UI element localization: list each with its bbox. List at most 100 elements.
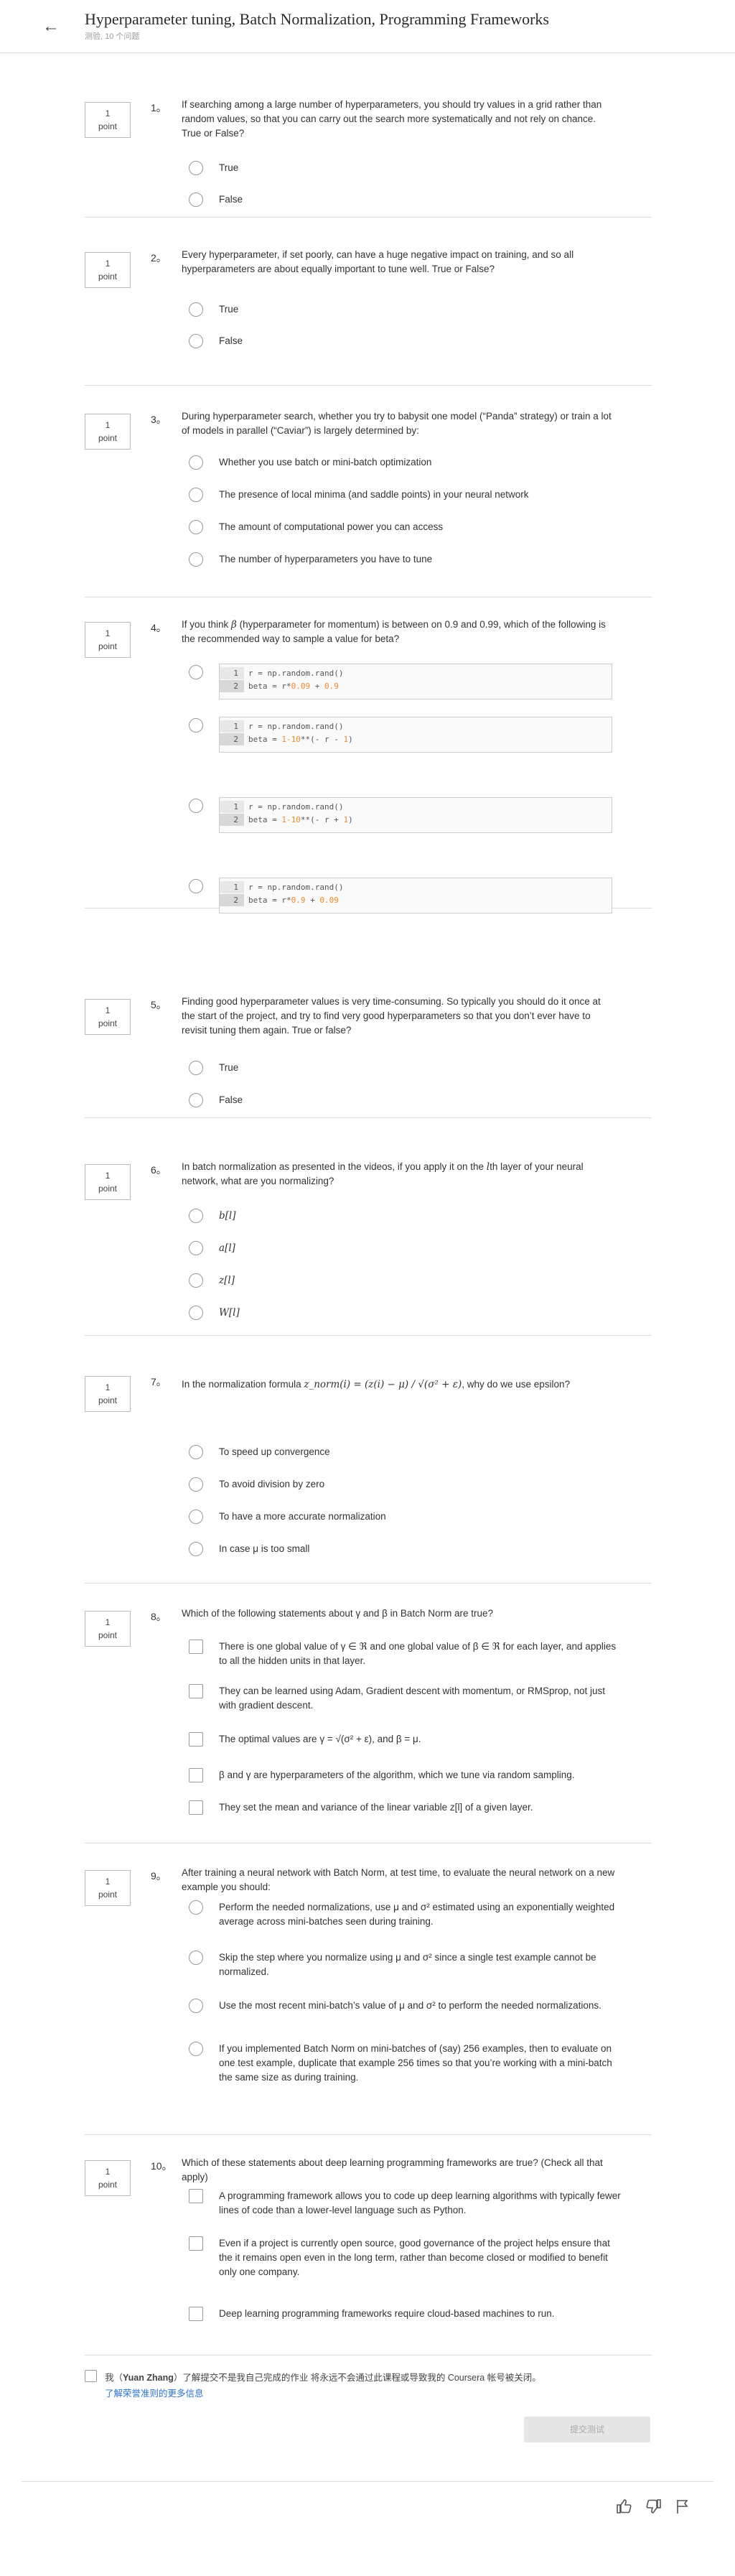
option-label: z[l] [219, 1275, 235, 1286]
points-unit: point [98, 271, 118, 282]
radio-button[interactable] [189, 488, 203, 502]
question-8: 1 point 8。 Which of the following statement… [85, 1606, 652, 1843]
line-number: 1 [220, 667, 244, 679]
question-number: 10。 [151, 2156, 172, 2175]
checkbox[interactable] [189, 2236, 203, 2251]
code-snippet: 1r = np.random.rand() 2 beta = r*0.09 + 0.… [219, 664, 612, 699]
question-number: 9。 [151, 1866, 167, 1884]
radio-button[interactable] [189, 879, 203, 893]
radio-button[interactable] [189, 1273, 203, 1288]
submit-button[interactable]: 提交测试 [524, 2417, 650, 2442]
radio-button[interactable] [189, 455, 203, 470]
radio-button[interactable] [189, 1477, 203, 1492]
line-number: 2 [220, 894, 244, 906]
code-part: + [305, 896, 320, 905]
question-3: 1 point 3。 During hyperparameter search, wh… [85, 409, 652, 597]
points-unit: point [98, 121, 118, 131]
checkbox[interactable] [189, 1640, 203, 1654]
checkbox[interactable] [189, 1800, 203, 1815]
option-label: To avoid division by zero [219, 1479, 325, 1489]
checkbox[interactable] [189, 2189, 203, 2203]
option-label: Even if a project is currently open sour… [219, 2238, 610, 2277]
page-subtitle: 测验, 10 个问题 [85, 32, 140, 41]
points-badge: 1 point [85, 1376, 131, 1412]
question-2: 1 point 2。 Every hyperparameter, if set poo… [85, 248, 652, 386]
honor-checkbox[interactable] [85, 2370, 97, 2382]
points-value: 1 [105, 420, 111, 430]
code-snippet: 1r = np.random.rand() 2 beta = 1-10**(- r … [219, 797, 612, 833]
flag-icon[interactable] [675, 2498, 692, 2515]
option-label: W[l] [219, 1307, 240, 1319]
radio-button[interactable] [189, 2042, 203, 2056]
honor-code-link[interactable]: 了解荣誉准则的更多信息 [105, 2386, 204, 2399]
code-part: beta = [248, 735, 282, 744]
radio-button[interactable] [189, 1306, 203, 1320]
radio-button[interactable] [189, 1061, 203, 1075]
line-number: 1 [220, 720, 244, 733]
back-arrow-icon[interactable]: ← [40, 16, 62, 37]
points-badge: 1 point [85, 1164, 131, 1200]
code-line-1: 1 r = np.random.rand() [220, 881, 612, 893]
code-text: beta = r*0.9 + 0.09 [244, 896, 339, 905]
radio-button[interactable] [189, 1093, 203, 1107]
question-number-suffix: 。 [156, 102, 167, 113]
radio-button[interactable] [189, 302, 203, 317]
question-number-suffix: 。 [156, 1611, 167, 1622]
radio-button[interactable] [189, 192, 203, 207]
question-text-part: In the normalization formula [182, 1379, 304, 1390]
radio-button[interactable] [189, 1241, 203, 1255]
radio-button[interactable] [189, 718, 203, 733]
option-label: A programming framework allows you to co… [219, 2190, 621, 2215]
points-unit: point [98, 1018, 118, 1028]
option-label: The amount of computational power you ca… [219, 521, 444, 532]
user-name: Yuan Zhang [123, 2373, 174, 2383]
code-text: r = np.random.rand() [248, 669, 344, 678]
page-header: ← Hyperparameter tuning, Batch Normaliza… [0, 0, 735, 53]
radio-button[interactable] [189, 161, 203, 175]
radio-button[interactable] [189, 334, 203, 348]
code-text: beta = r*0.09 + 0.9 [244, 682, 339, 691]
code-text: beta = 1-10**(- r + 1) [244, 815, 353, 824]
thumbs-up-icon[interactable] [616, 2498, 633, 2515]
radio-button[interactable] [189, 520, 203, 534]
question-text: Which of the following statements about … [182, 1608, 493, 1619]
question-number: 4。 [151, 618, 167, 636]
option-label: They set the mean and variance of the li… [219, 1802, 533, 1813]
question-text: After training a neural network with Bat… [182, 1867, 615, 1892]
points-value: 1 [105, 1171, 111, 1181]
radio-button[interactable] [189, 1542, 203, 1556]
points-badge: 1 point [85, 1870, 131, 1906]
thumbs-down-icon[interactable] [645, 2498, 662, 2515]
radio-button[interactable] [189, 1950, 203, 1965]
question-6: 1 point 6。 In batch normalization as presen… [85, 1160, 652, 1336]
question-number-value: 2 [151, 252, 156, 264]
radio-button[interactable] [189, 552, 203, 567]
points-unit: point [98, 1184, 118, 1194]
question-5: 1 point 5。 Finding good hyperparameter valu… [85, 995, 652, 1118]
option-label: To speed up convergence [219, 1446, 330, 1457]
code-part: beta = r* [248, 682, 291, 691]
radio-button[interactable] [189, 1510, 203, 1524]
code-line-2: 2 beta = 1-10**(- r - 1) [220, 733, 612, 745]
question-text: In the normalization formula z_norm(i) =… [182, 1377, 616, 1392]
question-number-suffix: 。 [156, 414, 167, 425]
question-number-value: 8 [151, 1611, 156, 1622]
radio-button[interactable] [189, 1209, 203, 1223]
radio-button[interactable] [189, 799, 203, 813]
footer-divider [22, 2481, 713, 2482]
radio-button[interactable] [189, 665, 203, 679]
checkbox[interactable] [189, 1768, 203, 1782]
points-value: 1 [105, 108, 111, 118]
code-part: beta = [248, 815, 282, 824]
radio-button[interactable] [189, 1445, 203, 1459]
checkbox[interactable] [189, 1732, 203, 1747]
radio-button[interactable] [189, 1900, 203, 1915]
points-value: 1 [105, 1877, 111, 1887]
question-7: 1 point 7。 In the normalization formula z_n… [85, 1372, 652, 1584]
checkbox[interactable] [189, 1684, 203, 1698]
checkbox[interactable] [189, 2307, 203, 2321]
line-number: 2 [220, 814, 244, 826]
points-value: 1 [105, 628, 111, 638]
radio-button[interactable] [189, 1999, 203, 2013]
question-number-suffix: 。 [156, 252, 167, 264]
